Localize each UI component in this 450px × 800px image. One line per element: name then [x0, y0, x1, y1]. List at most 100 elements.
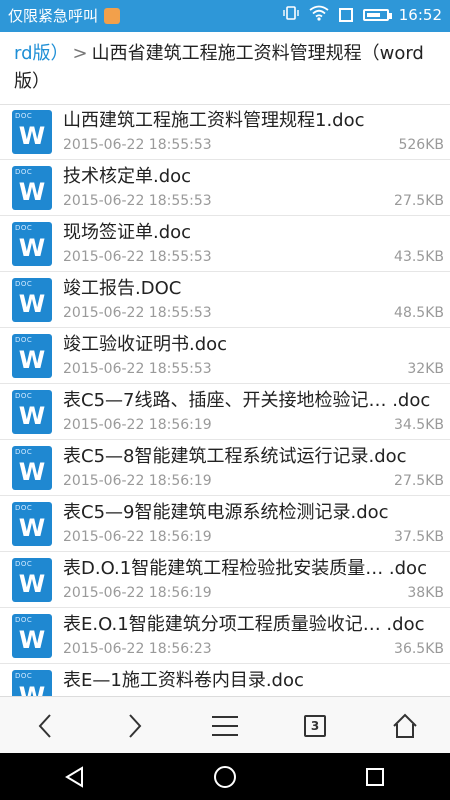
- doc-tag-text: DOC: [15, 336, 33, 344]
- doc-tag-text: DOC: [15, 112, 33, 120]
- file-row[interactable]: DOCW表E—1施工资料卷内目录.doc2015-06-22 18:56:234…: [0, 664, 450, 696]
- file-name: 表C5—9智能建筑电源系统检测记录.doc: [63, 502, 389, 523]
- word-doc-icon: DOC W: [12, 222, 52, 266]
- square-recents-icon: [366, 767, 384, 786]
- system-home-button[interactable]: [195, 757, 255, 797]
- bottom-nav-bar: 3: [0, 696, 450, 754]
- doc-letter: W: [18, 234, 46, 262]
- doc-letter: W: [18, 570, 46, 598]
- doc-tag-text: DOC: [15, 224, 33, 232]
- doc-letter: W: [18, 458, 46, 486]
- doc-letter: W: [18, 346, 46, 374]
- word-doc-icon: DOC W: [12, 502, 52, 546]
- doc-letter: W: [18, 178, 46, 206]
- file-date: 2015-06-22 18:55:53: [63, 361, 212, 377]
- file-name: 竣工验收证明书.doc: [63, 334, 228, 355]
- file-row[interactable]: DOC W 山西建筑工程施工资料管理规程1.doc 2015-06-22 18:55:…: [0, 104, 450, 160]
- file-date: 2015-06-22 18:56:19: [63, 473, 212, 489]
- file-name: 表C5—8智能建筑工程系统试运行记录.doc: [63, 446, 407, 467]
- doc-tag-text: DOC: [15, 392, 33, 400]
- doc-letter: W: [18, 122, 46, 150]
- triangle-back-icon: [65, 765, 83, 788]
- file-date: 2015-06-22 18:55:53: [63, 193, 212, 209]
- word-doc-icon: DOC W: [12, 166, 52, 210]
- home-icon: [393, 713, 417, 738]
- chevron-right-icon: [129, 713, 142, 738]
- breadcrumb: rd版） > 山西省建筑工程施工资料管理规程（word版）: [14, 40, 438, 96]
- file-date: 2015-06-22 18:55:53: [63, 137, 212, 153]
- file-size: 27.5KB: [394, 473, 444, 489]
- menu-button[interactable]: [195, 701, 255, 751]
- file-size: 43.5KB: [394, 249, 444, 265]
- chevron-left-icon: [38, 713, 51, 738]
- word-doc-icon: DOC W: [12, 334, 52, 378]
- file-name: 山西建筑工程施工资料管理规程1.doc: [63, 110, 365, 131]
- word-doc-icon: DOC W: [12, 390, 52, 434]
- battery-fill: [366, 13, 380, 17]
- doc-tag-text: DOC: [15, 672, 33, 680]
- carrier-text: 仅限紧急呼叫: [8, 7, 99, 25]
- battery-icon: [362, 9, 392, 21]
- file-row[interactable]: DOC W 技术核定单.doc 2015-06-22 18:55:53 27.5KB: [0, 160, 450, 216]
- forward-button[interactable]: [105, 701, 165, 751]
- app-notification-icon: [104, 7, 121, 24]
- doc-tag-text: DOC: [15, 504, 33, 512]
- file-row[interactable]: DOC W 表E.O.1智能建筑分项工程质量验收记… .doc 2015-06-22 …: [0, 608, 450, 664]
- back-button[interactable]: [15, 701, 75, 751]
- doc-letter: W: [18, 626, 46, 654]
- doc-tag-text: DOC: [15, 616, 33, 624]
- file-size: 48.5KB: [394, 305, 444, 321]
- file-date: 2015-06-22 18:56:19: [63, 585, 212, 601]
- word-doc-icon: DOC W: [12, 110, 52, 154]
- menu-icon: [212, 715, 238, 736]
- clock: 16:52: [398, 6, 442, 24]
- word-doc-icon: DOC W: [12, 614, 52, 658]
- status-right: 16:52: [283, 5, 442, 25]
- file-list: DOC W 山西建筑工程施工资料管理规程1.doc 2015-06-22 18:55:…: [0, 104, 450, 696]
- file-row[interactable]: DOC W 表C5—9智能建筑电源系统检测记录.doc 2015-06-22 18:5…: [0, 496, 450, 552]
- breadcrumb-parent[interactable]: rd版）: [14, 43, 69, 64]
- vibrate-icon: [283, 5, 299, 25]
- file-size: 526KB: [398, 137, 444, 153]
- doc-tag-text: DOC: [15, 280, 33, 288]
- doc-letter: W: [18, 682, 46, 696]
- file-row[interactable]: DOC W 表D.O.1智能建筑工程检验批安装质量… .doc 2015-06-22 …: [0, 552, 450, 608]
- status-left: 仅限紧急呼叫: [8, 5, 121, 26]
- doc-tag-text: DOC: [15, 168, 33, 176]
- file-size: 36.5KB: [394, 641, 444, 657]
- file-name: 表C5—7线路、插座、开关接地检验记… .doc: [63, 390, 431, 411]
- breadcrumb-bar: rd版） > 山西省建筑工程施工资料管理规程（word版）: [0, 32, 450, 105]
- file-row[interactable]: DOC W 竣工报告.DOC 2015-06-22 18:55:53 48.5KB: [0, 272, 450, 328]
- doc-tag-text: DOC: [15, 448, 33, 456]
- file-row[interactable]: DOC W 现场签证单.doc 2015-06-22 18:55:53 43.5KB: [0, 216, 450, 272]
- file-size: 38KB: [407, 585, 444, 601]
- system-nav-bar: [0, 753, 450, 800]
- doc-tag-text: DOC: [15, 560, 33, 568]
- sim-icon: [338, 8, 353, 22]
- file-name: 表E.O.1智能建筑分项工程质量验收记… .doc: [63, 614, 425, 635]
- file-date: 2015-06-22 18:56:19: [63, 529, 212, 545]
- home-button[interactable]: [375, 701, 435, 751]
- file-row[interactable]: DOC W 表C5—7线路、插座、开关接地检验记… .doc 2015-06-22 1…: [0, 384, 450, 440]
- tab-count: 3: [304, 714, 326, 737]
- file-name: 表D.O.1智能建筑工程检验批安装质量… .doc: [63, 558, 427, 579]
- circle-home-icon: [214, 765, 236, 788]
- file-size: 32KB: [407, 361, 444, 377]
- doc-letter: W: [18, 290, 46, 318]
- doc-letter: W: [18, 402, 46, 430]
- file-name: 表E—1施工资料卷内目录.doc: [63, 670, 304, 691]
- file-date: 2015-06-22 18:55:53: [63, 305, 212, 321]
- file-date: 2015-06-22 18:56:23: [63, 641, 212, 657]
- file-date: 2015-06-22 18:55:53: [63, 249, 212, 265]
- doc-letter: W: [18, 514, 46, 542]
- file-row[interactable]: DOC W 表C5—8智能建筑工程系统试运行记录.doc 2015-06-22 18:…: [0, 440, 450, 496]
- file-row[interactable]: DOC W 竣工验收证明书.doc 2015-06-22 18:55:53 32KB: [0, 328, 450, 384]
- system-recents-button[interactable]: [345, 757, 405, 797]
- tabs-button[interactable]: 3: [285, 701, 345, 751]
- word-doc-icon: DOC W: [12, 670, 52, 696]
- system-back-button[interactable]: [45, 757, 105, 797]
- file-size: 37.5KB: [394, 529, 444, 545]
- file-size: 27.5KB: [394, 193, 444, 209]
- file-name: 现场签证单.doc: [63, 222, 192, 243]
- status-bar: 仅限紧急呼叫 16:52: [0, 0, 450, 32]
